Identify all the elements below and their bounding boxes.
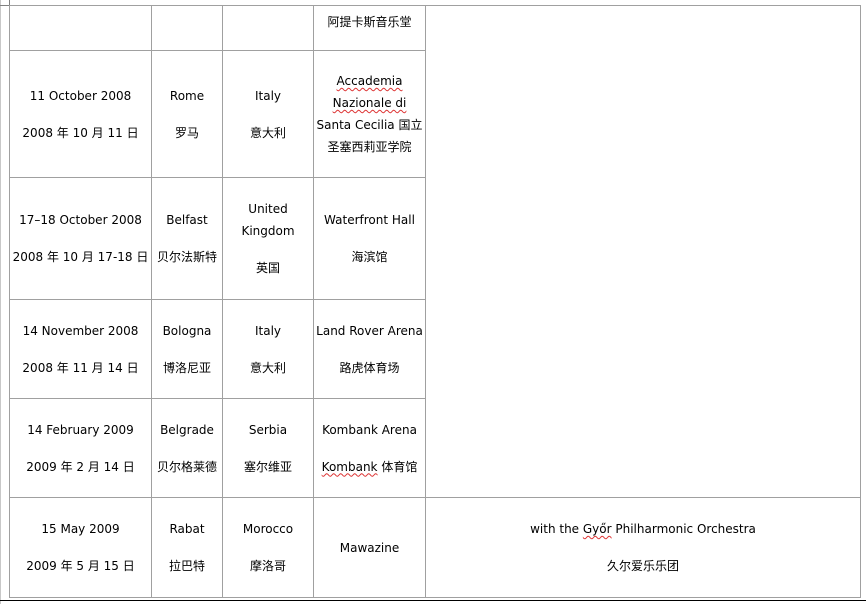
country-zh: 英国 [255, 261, 280, 275]
table-row: 15 May 2009 2009 年 5 月 15 日 Rabat 拉巴特 Mo… [9, 497, 861, 598]
page-bottom-edge [0, 600, 866, 601]
city-cell[interactable]: Belfast 贝尔法斯特 [151, 177, 223, 300]
venue-zh: Kombank 体育馆 [321, 459, 418, 474]
country-cell[interactable]: Italy 意大利 [222, 299, 314, 399]
city-cell[interactable]: Belgrade 贝尔格莱德 [151, 398, 223, 498]
country-zh: 意大利 [249, 360, 286, 375]
city-cell[interactable] [151, 5, 223, 51]
notes-zh: 久尔爱乐乐团 [606, 559, 679, 573]
country-en: Morocco [242, 522, 294, 536]
country-en: Italy [254, 88, 282, 103]
date-en: 14 November 2008 [22, 323, 139, 338]
date-cell[interactable]: 17–18 October 2008 2008 年 10 月 17-18 日 [9, 177, 152, 300]
country-cell[interactable] [222, 5, 314, 51]
country-cell[interactable]: Morocco 摩洛哥 [222, 497, 314, 598]
city-en: Bologna [162, 323, 212, 338]
venue-cell[interactable]: Waterfront Hall 海滨馆 [313, 177, 426, 300]
date-zh: 2009 年 5 月 15 日 [26, 559, 135, 573]
spellcheck-flagged-word: Nazionale di [332, 96, 407, 110]
date-zh: 2008 年 11 月 14 日 [22, 360, 139, 375]
city-zh: 拉巴特 [168, 559, 205, 573]
city-cell[interactable]: Rabat 拉巴特 [151, 497, 223, 598]
venue-en: Mawazine [339, 540, 400, 555]
city-en: Belfast [166, 213, 208, 227]
country-en: Italy [254, 323, 282, 338]
country-cell[interactable]: United Kingdom 英国 [222, 177, 314, 300]
city-cell[interactable]: Rome 罗马 [151, 50, 223, 178]
spellcheck-flagged-word: Kombank [321, 459, 378, 474]
date-en: 15 May 2009 [41, 522, 120, 536]
date-en: 17–18 October 2008 [19, 213, 142, 227]
spellcheck-flagged-word: Accademia [336, 74, 403, 88]
date-cell[interactable]: 14 February 2009 2009 年 2 月 14 日 [9, 398, 152, 498]
date-cell[interactable]: 15 May 2009 2009 年 5 月 15 日 [9, 497, 152, 598]
venue-en: Kombank Arena [322, 422, 417, 437]
country-zh: 摩洛哥 [249, 559, 286, 573]
notes-en: with the Győr Philharmonic Orchestra [530, 522, 756, 536]
document-page: 阿提卡斯音乐堂 11 October 2008 2008 年 10 月 11 日… [0, 0, 866, 604]
venue-en: Land Rover Arena [316, 323, 423, 338]
venue-en: Waterfront Hall [324, 213, 415, 227]
venue-cell[interactable]: Land Rover Arena 路虎体育场 [313, 299, 426, 399]
venue-cell[interactable]: Kombank Arena Kombank 体育馆 [313, 398, 426, 498]
venue-zh: 海滨馆 [351, 250, 388, 264]
city-en: Rome [169, 88, 205, 103]
city-zh: 贝尔法斯特 [156, 250, 217, 264]
date-zh: 2008 年 10 月 17-18 日 [12, 250, 149, 264]
venue-zh: 路虎体育场 [339, 360, 400, 375]
city-cell[interactable]: Bologna 博洛尼亚 [151, 299, 223, 399]
date-en: 11 October 2008 [29, 88, 132, 103]
venue-text: Accademia Nazionale di Santa Cecilia 国立圣… [316, 74, 423, 154]
table-row: 阿提卡斯音乐堂 [9, 5, 861, 498]
notes-cell[interactable]: with the Győr Philharmonic Orchestra 久尔爱… [425, 497, 861, 598]
country-en: Serbia [248, 422, 288, 437]
page-left-edge [0, 0, 1, 604]
country-cell[interactable]: Serbia 塞尔维亚 [222, 398, 314, 498]
city-zh: 博洛尼亚 [162, 360, 211, 375]
date-en: 14 February 2009 [27, 422, 134, 437]
date-cell[interactable]: 14 November 2008 2008 年 11 月 14 日 [9, 299, 152, 399]
country-zh: 塞尔维亚 [243, 459, 292, 474]
venue-cell[interactable]: 阿提卡斯音乐堂 [313, 5, 426, 51]
city-en: Rabat [169, 522, 205, 536]
city-en: Belgrade [160, 422, 214, 437]
country-cell[interactable]: Italy 意大利 [222, 50, 314, 178]
venue-cell[interactable]: Accademia Nazionale di Santa Cecilia 国立圣… [313, 50, 426, 178]
date-cell[interactable] [9, 5, 152, 51]
country-en: United Kingdom [241, 202, 295, 238]
venue-zh: 阿提卡斯音乐堂 [327, 15, 412, 29]
city-zh: 罗马 [174, 125, 199, 140]
date-zh: 2008 年 10 月 11 日 [22, 125, 139, 140]
notes-cell-empty[interactable] [425, 5, 861, 498]
date-cell[interactable]: 11 October 2008 2008 年 10 月 11 日 [9, 50, 152, 178]
date-zh: 2009 年 2 月 14 日 [26, 459, 135, 474]
venue-cell[interactable]: Mawazine [313, 497, 426, 598]
concert-dates-table: 阿提卡斯音乐堂 11 October 2008 2008 年 10 月 11 日… [9, 5, 861, 598]
city-zh: 贝尔格莱德 [156, 459, 217, 474]
country-zh: 意大利 [249, 125, 286, 140]
spellcheck-flagged-word: Győr [582, 522, 612, 536]
